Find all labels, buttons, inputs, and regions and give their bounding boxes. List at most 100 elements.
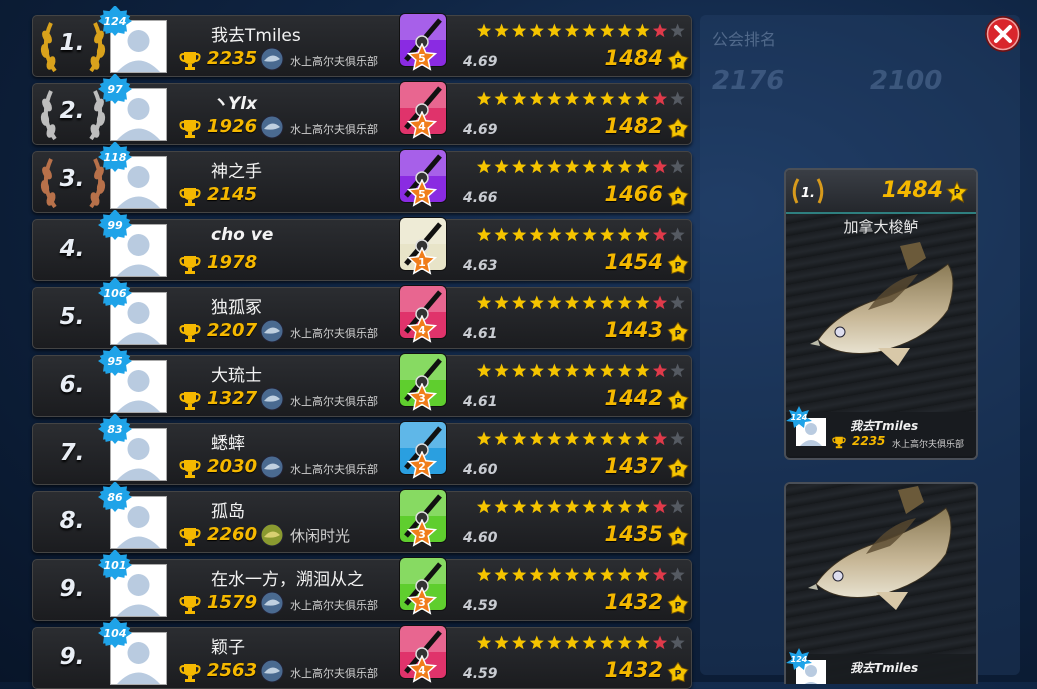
star-full-icon [547,635,562,650]
points-p-icon: P [946,181,968,203]
star-full-icon [600,431,615,446]
svg-text:4: 4 [418,324,426,337]
svg-text:4: 4 [418,664,426,677]
leisure-club-icon [260,523,284,547]
svg-text:5: 5 [418,188,426,201]
star-full-icon [494,499,509,514]
points-p-icon: P [667,662,689,683]
star-full-icon [617,227,632,242]
star-full-icon [547,227,562,242]
leaderboard-row[interactable]: 9. 101 在水一方，溯洄从之 1579 水上高尔夫俱乐部 3 4.59 143… [32,550,692,621]
rod-level-star-icon: 5 [407,43,437,71]
fish-trophy-card[interactable]: 124 我去Tmiles [784,482,978,684]
leaderboard-row[interactable]: 5. 106 独孤冢 2207 水上高尔夫俱乐部 4 4.61 1443 P [32,278,692,349]
star-full-icon [600,23,615,38]
star-rating [476,363,685,378]
star-rating [476,295,685,310]
level-badge-icon: 118 [98,142,132,172]
rod-level-star-icon: 2 [407,451,437,479]
svg-text:83: 83 [107,423,123,436]
star-full-icon [476,91,492,106]
rating-value: 4.69 [463,54,498,70]
star-full-icon [617,635,632,650]
player-score: 1926 [207,116,258,137]
svg-text:99: 99 [107,219,123,232]
svg-text:P: P [675,57,682,68]
star-full-icon [617,159,632,174]
points-p-icon: P [667,322,689,343]
star-full-icon [635,499,650,514]
star-full-icon [529,567,544,582]
star-full-icon [617,363,632,378]
rating-value: 4.63 [463,258,498,274]
club-name: 水上高尔夫俱乐部 [290,599,378,612]
rating-value: 4.61 [463,326,498,342]
level-badge-icon: 124 [786,648,812,670]
star-full-icon [547,91,562,106]
star-full-icon [582,635,597,650]
star-empty-icon [670,567,685,582]
rod-level-star-icon: 4 [407,315,437,343]
star-full-icon [512,567,527,582]
trophy-icon [179,460,201,478]
star-full-icon [529,159,544,174]
star-empty-icon [670,363,685,378]
trophy-icon [179,392,201,410]
star-full-icon [564,227,580,242]
player-name: 大琉士 [211,366,262,386]
player-name: 颖子 [211,638,245,658]
star-full-icon [564,567,580,582]
leaderboard-row[interactable]: 6. 95 大琉士 1327 水上高尔夫俱乐部 3 4.61 1442 P [32,346,692,417]
card-player-name: 我去Tmiles [850,661,919,675]
star-empty-icon [670,295,685,310]
fish-trophy-card[interactable]: 1. 1484 P 加拿大梭鲈 124 我去Tmiles 2235 水上高尔夫俱… [784,168,978,460]
player-name: 蟋蟀 [211,434,245,454]
leaderboard-row[interactable]: 7. 83 蟋蟀 2030 水上高尔夫俱乐部 2 4.60 1437 P [32,414,692,485]
shark-club-icon [260,387,284,411]
trophy-icon [179,120,201,138]
star-full-icon [582,23,597,38]
star-full-icon [512,91,527,106]
leaderboard-row[interactable]: 1. 124 我去Tmiles 2235 水上高尔夫俱乐部 5 4.69 1484 [32,6,692,77]
star-full-icon [547,567,562,582]
star-full-icon [582,295,597,310]
shark-club-icon [260,455,284,479]
level-badge-icon: 104 [98,618,132,648]
star-partial-icon [652,567,668,582]
star-full-icon [512,363,527,378]
star-full-icon [512,227,527,242]
ranking-points: 1437 [604,454,663,478]
points-p-icon: P [667,526,689,547]
star-partial-icon [652,431,668,446]
ranking-points: 1432 [604,658,663,682]
club-name: 休闲时光 [290,527,351,545]
club-name: 水上高尔夫俱乐部 [290,123,378,136]
star-partial-icon [652,91,668,106]
svg-text:124: 124 [104,15,127,28]
ranking-points: 1466 [604,182,663,206]
star-partial-icon [652,23,668,38]
rating-value: 4.60 [463,462,498,478]
star-full-icon [476,295,492,310]
leaderboard-row[interactable]: 9. 104 颖子 2563 水上高尔夫俱乐部 4 4.59 1432 P [32,618,692,689]
star-full-icon [617,91,632,106]
star-full-icon [476,159,492,174]
star-full-icon [529,635,544,650]
points-p-icon: P [667,118,689,139]
star-full-icon [476,499,492,514]
trophy-icon [179,52,201,70]
level-badge-icon: 99 [98,210,132,240]
club-name: 水上高尔夫俱乐部 [290,327,378,340]
ranking-points: 1435 [604,522,663,546]
leaderboard-row[interactable]: 2. 97 丶Ylx 1926 水上高尔夫俱乐部 4 4.69 1482 P [32,74,692,145]
star-full-icon [564,431,580,446]
card-player-footer: 124 我去Tmiles [786,648,976,684]
leaderboard-row[interactable]: 8. 86 孤岛 2260 休闲时光 3 4.60 1435 P [32,482,692,553]
star-full-icon [512,635,527,650]
star-full-icon [529,23,544,38]
level-badge-icon: 86 [98,482,132,512]
leaderboard-row[interactable]: 3. 118 神之手 2145 5 4.66 1466 P [32,142,692,213]
leaderboard-row[interactable]: 4. 99 cho ve 1978 1 4.63 1454 P [32,210,692,281]
close-button[interactable] [984,15,1022,53]
svg-text:3: 3 [418,392,426,405]
